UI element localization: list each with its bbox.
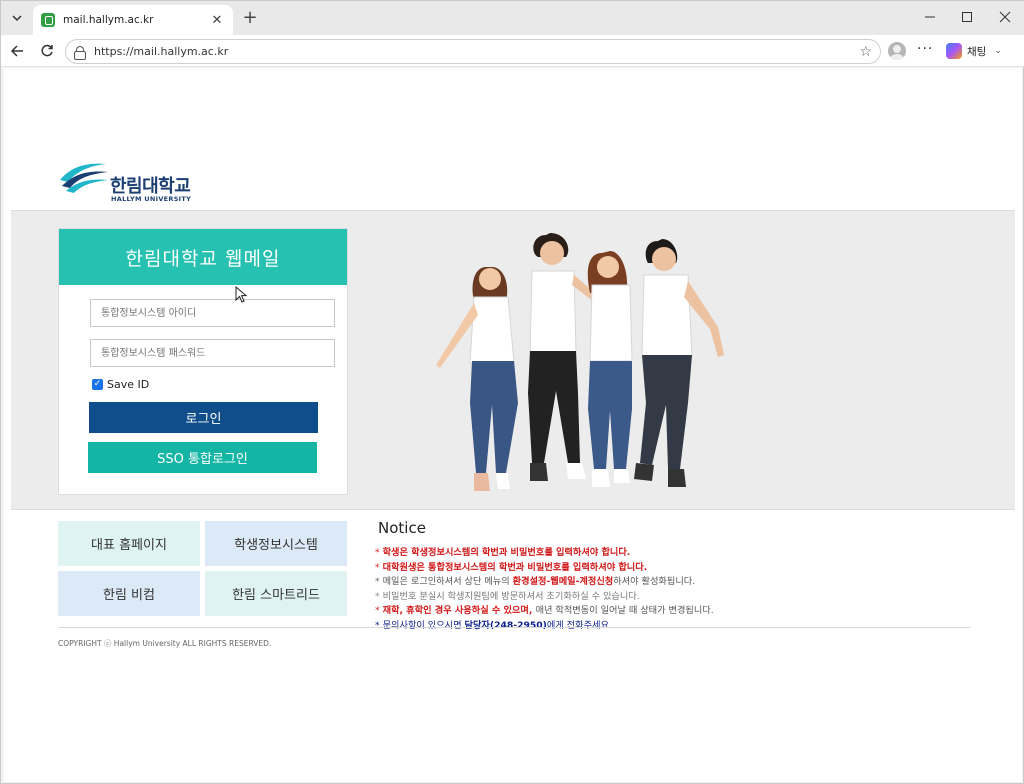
profile-avatar[interactable] — [888, 42, 906, 60]
favorite-star-icon[interactable]: ☆ — [859, 44, 872, 60]
students-photo — [436, 233, 724, 491]
browser-window: mail.hallym.ac.kr ✕ + https://mail.hally… — [0, 0, 1024, 784]
login-button[interactable]: 로그인 — [89, 402, 318, 433]
notice-list: * 학생은 학생정보시스템의 학번과 비밀번호를 입력하셔야 합니다. * 대학원생… — [375, 546, 975, 633]
close-icon — [999, 11, 1011, 23]
close-window-button[interactable] — [990, 6, 1020, 28]
back-button[interactable] — [5, 39, 29, 63]
reload-button[interactable] — [35, 39, 59, 63]
login-title: 한림대학교 웹메일 — [59, 229, 347, 285]
login-panel: 한림대학교 웹메일 ✓ Save ID 로그인 SSO 통합로그인 — [58, 228, 348, 495]
student-3 — [587, 251, 633, 487]
site-favicon-icon — [41, 13, 55, 27]
save-id-label: Save ID — [107, 378, 150, 391]
notice-item: * 메일은 로그인하셔서 상단 메뉴의 환경설정-웹메일-계정신청하셔야 활성화됩… — [375, 576, 696, 587]
browser-toolbar: https://mail.hallym.ac.kr ☆ ··· 채팅 ⌄ — [1, 35, 1024, 67]
minimize-button[interactable] — [915, 6, 945, 28]
copilot-label: 채팅 — [967, 45, 987, 58]
logo-subtitle: HALLYM UNIVERSITY — [111, 195, 192, 203]
notice-item: * 비밀번호 분실시 학생지원팀에 방문하셔서 초기화하실 수 있습니다. — [375, 590, 640, 602]
hero-section: 한림대학교 웹메일 ✓ Save ID 로그인 SSO 통합로그인 — [11, 210, 1015, 510]
chevron-down-icon: ⌄ — [994, 46, 1002, 56]
reload-icon — [41, 44, 53, 57]
mouse-cursor-icon — [235, 286, 248, 303]
copilot-icon — [946, 43, 962, 59]
hallym-smartread-link[interactable]: 한림 스마트리드 — [205, 571, 347, 616]
student-info-system-link[interactable]: 학생정보시스템 — [205, 521, 347, 566]
notice-item: * 대학원생은 통합정보시스템의 학번과 비밀번호를 입력하셔야 합니다. — [375, 561, 648, 573]
copyright-text: COPYRIGHT ⓒ Hallym University ALL RIGHTS… — [58, 639, 272, 648]
student-1 — [436, 267, 518, 491]
url-text[interactable]: https://mail.hallym.ac.kr — [94, 45, 859, 58]
checkbox-checked-icon[interactable]: ✓ — [92, 379, 103, 390]
hallym-becom-link[interactable]: 한림 비컴 — [58, 571, 200, 616]
id-input[interactable] — [90, 299, 335, 327]
homepage-link[interactable]: 대표 홈페이지 — [58, 521, 200, 566]
more-menu-icon[interactable]: ··· — [917, 41, 933, 57]
notice-title: Notice — [378, 519, 426, 537]
copilot-button[interactable]: 채팅 ⌄ — [946, 40, 1002, 62]
notice-item: * 재학, 휴학인 경우 사용하실 수 있으며, 매년 학적변동이 일어날 때 상… — [375, 605, 714, 616]
maximize-button[interactable] — [952, 6, 982, 28]
maximize-icon — [962, 12, 972, 22]
tab-bar: mail.hallym.ac.kr ✕ + — [1, 1, 1024, 35]
browser-tab[interactable]: mail.hallym.ac.kr ✕ — [33, 5, 233, 35]
new-tab-button[interactable]: + — [239, 6, 261, 28]
page-viewport: 한림대학교 HALLYM UNIVERSITY 한림대학교 웹메일 ✓ Save… — [4, 68, 1022, 782]
save-id-checkbox[interactable]: ✓ Save ID — [92, 378, 149, 391]
lock-icon — [74, 45, 86, 60]
notice-item: * 학생은 학생정보시스템의 학번과 비밀번호를 입력하셔야 합니다. — [375, 547, 631, 558]
hallym-wave-logo-icon — [60, 163, 108, 193]
tab-title: mail.hallym.ac.kr — [63, 14, 154, 26]
chevron-down-icon — [12, 15, 22, 22]
university-logo[interactable]: 한림대학교 HALLYM UNIVERSITY — [58, 156, 218, 204]
tab-close-icon[interactable]: ✕ — [209, 13, 225, 28]
back-arrow-icon — [10, 45, 23, 57]
student-4 — [634, 239, 724, 487]
password-input[interactable] — [90, 339, 335, 367]
sso-login-button[interactable]: SSO 통합로그인 — [88, 442, 317, 473]
minimize-icon — [925, 16, 935, 18]
footer-divider — [58, 627, 970, 628]
address-bar[interactable]: https://mail.hallym.ac.kr ☆ — [65, 39, 881, 64]
notice-item: * 문의사항이 있으시면 담당자(248-2950)에게 전화주세요 — [375, 619, 609, 631]
tab-list-button[interactable] — [6, 7, 28, 29]
